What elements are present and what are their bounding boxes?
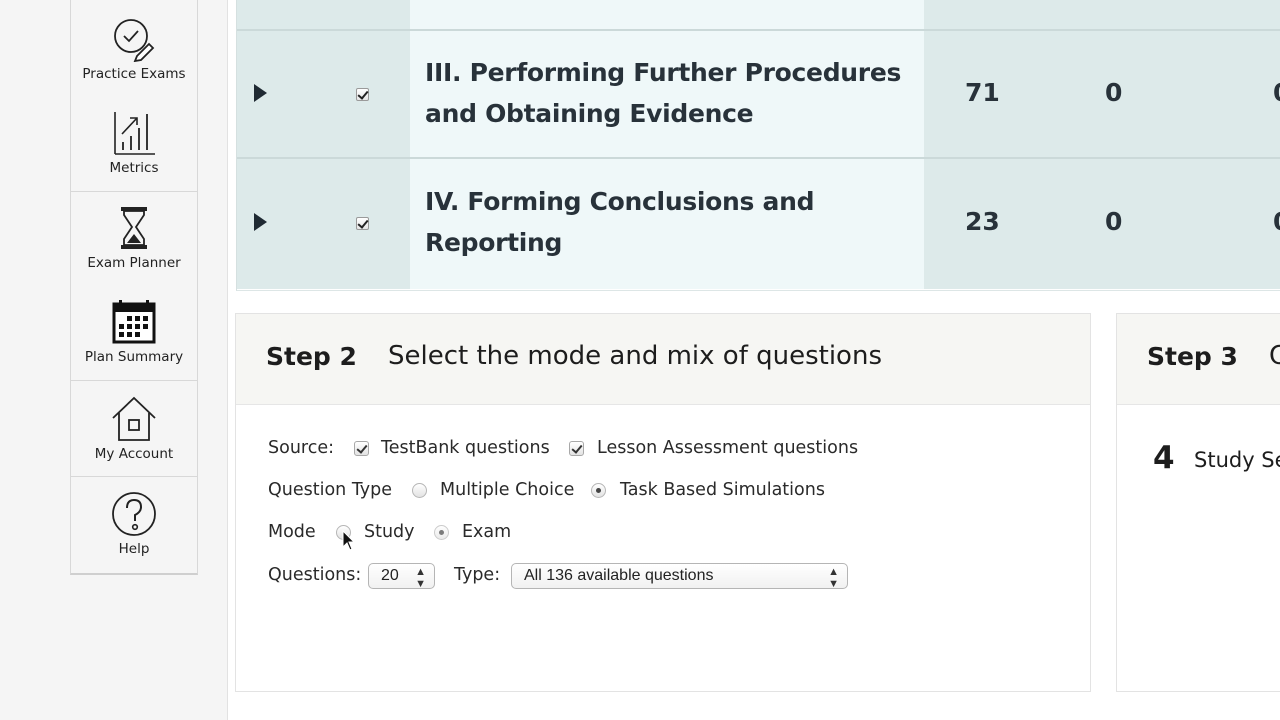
study-mode-label[interactable]: Study (364, 522, 415, 542)
expand-row-toggle[interactable] (254, 84, 267, 102)
step3-header: Step 3 C (1117, 314, 1280, 405)
questions-count-select[interactable]: 20 ▲ ▼ (368, 563, 435, 590)
sidebar-item-label: Metrics (109, 160, 159, 176)
sidebar-item-label: My Account (94, 446, 174, 462)
answered-count: 0 (1105, 207, 1123, 236)
sidebar-item-label: Help (118, 541, 150, 557)
source-label: Source: (268, 438, 335, 458)
sidebar-item-help[interactable]: Help (71, 491, 197, 557)
sidebar-divider (71, 191, 197, 192)
type-label: Type: (454, 565, 501, 585)
mode-label: Mode (268, 522, 316, 542)
table-row: III. Performing Further Procedures and O… (237, 31, 1280, 158)
hourglass-icon (121, 207, 147, 249)
mouse-cursor-icon (342, 530, 356, 551)
question-type-select[interactable]: All 136 available questions ▲ ▼ (511, 563, 848, 590)
table-row-partial (237, 0, 1280, 30)
sidebar-item-exam-planner[interactable]: Exam Planner (71, 205, 197, 271)
step-number: Step 3 (1147, 342, 1238, 371)
main-divider (227, 0, 228, 720)
question-count: 71 (965, 78, 1000, 107)
domains-table: III. Performing Further Procedures and O… (236, 0, 1280, 291)
step2-header: Step 2 Select the mode and mix of questi… (236, 314, 1090, 405)
table-row: IV. Forming Conclusions and Reporting 23… (237, 159, 1280, 289)
lesson-assessment-checkbox[interactable] (569, 441, 584, 456)
sidebar-item-label: Plan Summary (84, 349, 184, 365)
domain-checkbox[interactable] (356, 217, 369, 230)
select-arrows-icon: ▲ ▼ (415, 566, 426, 590)
multiple-choice-label[interactable]: Multiple Choice (440, 480, 574, 500)
domain-title: III. Performing Further Procedures and O… (425, 58, 902, 128)
testbank-label[interactable]: TestBank questions (381, 438, 550, 458)
sidebar-item-plan-summary[interactable]: Plan Summary (71, 299, 197, 365)
question-count: 23 (965, 207, 1000, 236)
step3-panel: Step 3 C 4 Study Se (1116, 313, 1280, 692)
sidebar-item-practice-exams[interactable]: Practice Exams (71, 16, 197, 82)
testbank-checkbox[interactable] (354, 441, 369, 456)
question-circle-icon (112, 492, 156, 536)
multiple-choice-radio[interactable] (412, 483, 427, 498)
sidebar-divider (71, 476, 197, 477)
bar-chart-trend-icon (114, 112, 155, 155)
house-icon (112, 396, 156, 441)
step-title: C (1269, 341, 1280, 371)
domain-checkbox[interactable] (356, 88, 369, 101)
sidebar-item-my-account[interactable]: My Account (71, 396, 197, 462)
sidebar-item-label: Practice Exams (82, 66, 186, 82)
sidebar-divider (71, 380, 197, 381)
sidebar-item-label: Exam Planner (87, 255, 181, 271)
step-number: Step 2 (266, 342, 357, 371)
task-based-simulations-label[interactable]: Task Based Simulations (620, 480, 825, 500)
third-count: 0 (1273, 78, 1280, 107)
study-session-count: 4 (1153, 440, 1175, 476)
study-session-label: Study Se (1194, 448, 1280, 472)
exam-mode-label[interactable]: Exam (462, 522, 511, 542)
select-arrows-icon: ▲ ▼ (828, 566, 839, 590)
answered-count: 0 (1105, 78, 1123, 107)
step2-panel: Step 2 Select the mode and mix of questi… (235, 313, 1091, 692)
sidebar-item-metrics[interactable]: Metrics (71, 110, 197, 176)
task-based-simulations-radio[interactable] (591, 483, 606, 498)
exam-mode-radio[interactable] (434, 525, 449, 540)
question-type-label: Question Type (268, 480, 393, 500)
lesson-assessment-label[interactable]: Lesson Assessment questions (597, 438, 858, 458)
sidebar-nav: Practice Exams Metrics Exam Planner Plan… (70, 0, 198, 575)
expand-row-toggle[interactable] (254, 213, 267, 231)
third-count: 0 (1273, 207, 1280, 236)
questions-label: Questions: (268, 565, 362, 585)
step-title: Select the mode and mix of questions (388, 341, 882, 371)
domain-title: IV. Forming Conclusions and Reporting (425, 187, 815, 257)
calendar-icon (112, 300, 156, 344)
clock-pencil-icon (114, 19, 155, 62)
